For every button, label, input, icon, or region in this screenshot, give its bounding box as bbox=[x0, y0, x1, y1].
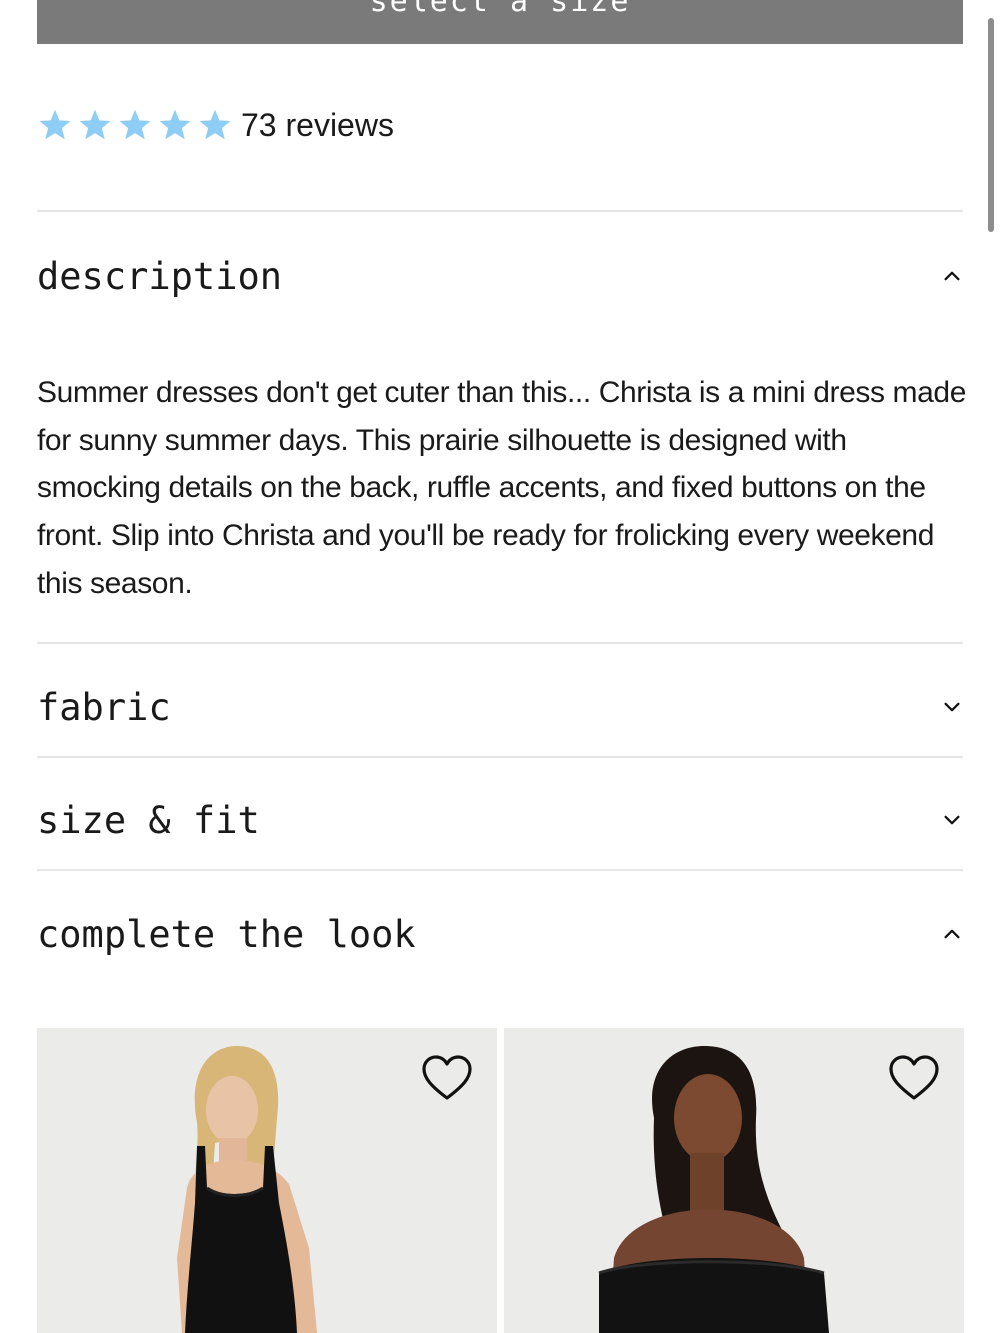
heart-icon bbox=[889, 1055, 939, 1100]
accordion-fabric-header[interactable]: fabric bbox=[37, 677, 963, 737]
divider bbox=[37, 869, 963, 871]
star-icon bbox=[37, 107, 73, 143]
select-size-button[interactable]: select a size bbox=[37, 0, 963, 44]
accordion-fabric-title: fabric bbox=[37, 685, 171, 729]
reviews-summary[interactable]: 73 reviews bbox=[37, 100, 394, 150]
heart-icon bbox=[422, 1055, 472, 1100]
star-rating bbox=[37, 107, 233, 143]
star-icon bbox=[197, 107, 233, 143]
accordion-complete-look-header[interactable]: complete the look bbox=[37, 904, 963, 964]
star-icon bbox=[117, 107, 153, 143]
wishlist-heart-button[interactable] bbox=[421, 1054, 473, 1102]
product-card[interactable] bbox=[504, 1028, 964, 1333]
divider bbox=[37, 756, 963, 758]
scrollbar-thumb[interactable] bbox=[988, 18, 994, 232]
wishlist-heart-button[interactable] bbox=[888, 1054, 940, 1102]
accordion-complete-look-title: complete the look bbox=[37, 912, 416, 956]
divider bbox=[37, 642, 963, 644]
chevron-down-icon[interactable] bbox=[941, 696, 963, 718]
accordion-size-fit-title: size & fit bbox=[37, 798, 260, 842]
chevron-up-icon[interactable] bbox=[941, 923, 963, 945]
divider bbox=[37, 210, 963, 212]
accordion-description-title: description bbox=[37, 254, 283, 298]
accordion-size-fit-header[interactable]: size & fit bbox=[37, 790, 963, 850]
product-details-page: select a size 73 reviews description Sum… bbox=[0, 0, 1000, 1333]
select-size-label: select a size bbox=[369, 0, 631, 19]
description-text: Summer dresses don't get cuter than this… bbox=[37, 376, 966, 600]
star-icon bbox=[157, 107, 193, 143]
chevron-down-icon[interactable] bbox=[941, 809, 963, 831]
accordion-description-header[interactable]: description bbox=[37, 246, 963, 306]
star-icon bbox=[77, 107, 113, 143]
product-card[interactable] bbox=[37, 1028, 497, 1333]
reviews-count-link[interactable]: 73 reviews bbox=[241, 107, 394, 144]
chevron-up-icon[interactable] bbox=[941, 265, 963, 287]
